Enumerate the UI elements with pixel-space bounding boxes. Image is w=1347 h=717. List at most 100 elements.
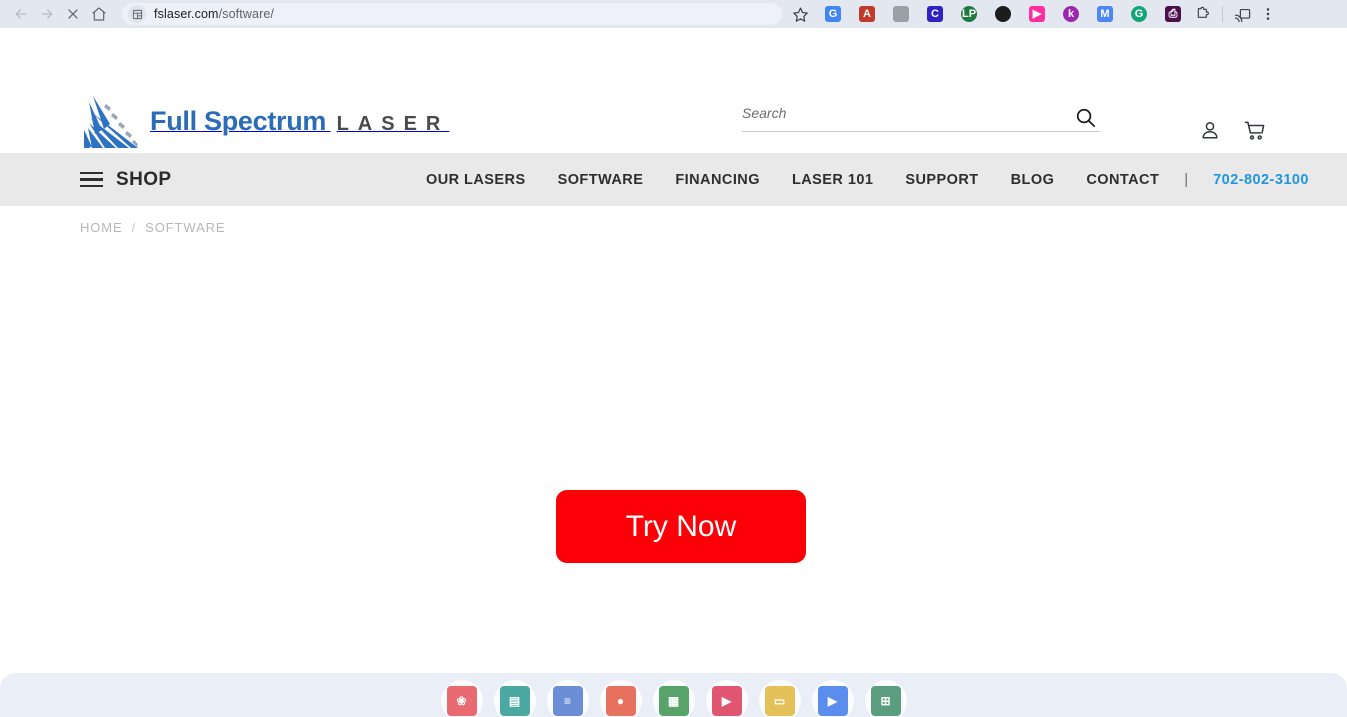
breadcrumb-separator: /: [131, 220, 137, 235]
lastpass-extension[interactable]: LP: [957, 2, 981, 26]
address-bar[interactable]: fslaser.com/software/: [122, 3, 782, 25]
account-button[interactable]: [1196, 116, 1224, 144]
search-icon: [1076, 108, 1095, 127]
arrow-left-icon: [15, 9, 27, 19]
shelf-app-google-sheets[interactable]: ▦: [652, 680, 695, 717]
home-icon: [92, 7, 106, 21]
logo-text-block: Full Spectrum LASER: [150, 105, 450, 136]
c-app-extension[interactable]: C: [923, 2, 947, 26]
forward-button[interactable]: [34, 1, 60, 27]
try-now-button[interactable]: Try Now: [556, 490, 806, 563]
search-area: [742, 98, 1100, 132]
shelf-app-google-chrome[interactable]: ●: [599, 680, 642, 717]
breadcrumb-item-current: SOFTWARE: [145, 220, 226, 235]
cast-button[interactable]: [1229, 1, 1255, 27]
shelf-app-google-slides-glyph: ▭: [764, 686, 795, 716]
logo-title-top: Full Spectrum: [150, 105, 327, 136]
extensions-strip: G A C LP ▶ k M G ⎙: [816, 2, 1190, 26]
nav-link-software[interactable]: SOFTWARE: [542, 172, 660, 188]
logo-title-bottom: LASER: [336, 112, 450, 135]
arrow-right-icon: [41, 9, 53, 19]
close-x-icon: [68, 9, 78, 19]
nav-links: OUR LASERS SOFTWARE FINANCING LASER 101 SUPP…: [426, 171, 1325, 188]
user-account-icon: [1202, 122, 1218, 139]
penguin-extension[interactable]: [991, 2, 1015, 26]
shelf-app-play-store-glyph: ▶: [817, 686, 848, 716]
google-translate-extension-glyph: G: [825, 6, 841, 22]
grammarly-extension[interactable]: G: [1127, 2, 1151, 26]
three-dot-menu-icon: [1266, 8, 1270, 20]
bookmark-button[interactable]: [788, 2, 812, 26]
k-extension-glyph: k: [1063, 6, 1079, 22]
penguin-extension-glyph: [995, 6, 1011, 22]
address-bar-url: fslaser.com/software/: [154, 7, 274, 21]
home-button[interactable]: [86, 1, 112, 27]
nav-link-blog[interactable]: BLOG: [995, 172, 1071, 188]
site-info-icon[interactable]: [128, 5, 146, 23]
cast-icon: [1234, 8, 1250, 22]
shelf-app-art-palette[interactable]: ❀: [440, 680, 483, 717]
shelf-app-google-sheets-glyph: ▦: [658, 686, 689, 716]
search-input[interactable]: [742, 98, 1100, 132]
chromeos-shelf: ❀ ▤ ≡ ● ▦ ▶ ▭ ▶ ⊞: [0, 673, 1347, 717]
pink-arrow-extension[interactable]: ▶: [1025, 2, 1049, 26]
nav-link-laser-101[interactable]: LASER 101: [776, 172, 889, 188]
print-extension[interactable]: ⎙: [1161, 2, 1185, 26]
site-header: Full Spectrum LASER: [0, 28, 1347, 153]
site-info-glyph: [132, 9, 142, 19]
nav-phone-link[interactable]: 702-802-3100: [1197, 172, 1325, 188]
back-button[interactable]: [8, 1, 34, 27]
star-icon: [792, 7, 808, 22]
extensions-button[interactable]: [1190, 1, 1216, 27]
shelf-app-google-docs-glyph: ≡: [552, 686, 583, 716]
shelf-app-play-store[interactable]: ▶: [811, 680, 854, 717]
browser-toolbar: fslaser.com/software/ G A C LP ▶ k M G ⎙: [0, 0, 1347, 28]
full-spectrum-laser-rays-icon: [84, 96, 138, 148]
extensions-puzzle-icon: [1197, 6, 1209, 18]
breadcrumb-item-home[interactable]: HOME: [80, 220, 123, 235]
shop-menu-button[interactable]: SHOP: [80, 169, 171, 191]
chrome-menu-button[interactable]: [1255, 1, 1281, 27]
shelf-app-art-palette-glyph: ❀: [446, 686, 477, 716]
site-logo[interactable]: Full Spectrum LASER: [80, 90, 449, 152]
shelf-app-google-chrome-glyph: ●: [605, 686, 636, 716]
shelf-app-presentation[interactable]: ▤: [493, 680, 536, 717]
grammarly-extension-glyph: G: [1131, 6, 1147, 22]
shelf-app-calculator[interactable]: ⊞: [864, 680, 907, 717]
nav-link-our-lasers[interactable]: OUR LASERS: [426, 172, 542, 188]
shelf-app-google-slides[interactable]: ▭: [758, 680, 801, 717]
shelf-app-youtube[interactable]: ▶: [705, 680, 748, 717]
stop-loading-button[interactable]: [60, 1, 86, 27]
url-path: /software/: [218, 7, 275, 21]
shop-label: SHOP: [116, 168, 172, 190]
m-shield-extension[interactable]: M: [1093, 2, 1117, 26]
dictionary-extension-glyph: A: [859, 6, 875, 22]
shelf-app-google-docs[interactable]: ≡: [546, 680, 589, 717]
m-shield-extension-glyph: M: [1097, 6, 1113, 22]
lastpass-extension-glyph: LP: [961, 6, 977, 22]
print-extension-glyph: ⎙: [1165, 6, 1181, 22]
dictionary-extension[interactable]: A: [855, 2, 879, 26]
nav-separator: |: [1184, 171, 1189, 188]
nav-link-contact[interactable]: CONTACT: [1070, 172, 1175, 188]
k-extension[interactable]: k: [1059, 2, 1083, 26]
web-page: Full Spectrum LASER Search SHOP OUR LASE…: [0, 28, 1347, 717]
search-submit-button[interactable]: [1070, 102, 1100, 132]
shelf-app-calculator-glyph: ⊞: [870, 686, 901, 716]
clipboard-stack-extension-glyph: [893, 6, 909, 22]
clipboard-stack-extension[interactable]: [889, 2, 913, 26]
c-app-extension-glyph: C: [927, 6, 943, 22]
main-navigation-bar: SHOP OUR LASERS SOFTWARE FINANCING LASER 10…: [0, 153, 1347, 206]
toolbar-divider: [1222, 6, 1223, 22]
pink-arrow-extension-glyph: ▶: [1029, 6, 1045, 22]
shopping-cart-icon: [1244, 121, 1264, 140]
nav-link-support[interactable]: SUPPORT: [889, 172, 994, 188]
google-translate-extension[interactable]: G: [821, 2, 845, 26]
header-account-icons: [1196, 116, 1268, 144]
hero-cta-area: Try Now: [0, 490, 1347, 563]
nav-link-financing[interactable]: FINANCING: [659, 172, 776, 188]
cart-button[interactable]: [1240, 116, 1268, 144]
shelf-app-presentation-glyph: ▤: [499, 686, 530, 716]
breadcrumb: HOME / SOFTWARE: [80, 220, 226, 235]
shelf-app-youtube-glyph: ▶: [711, 686, 742, 716]
